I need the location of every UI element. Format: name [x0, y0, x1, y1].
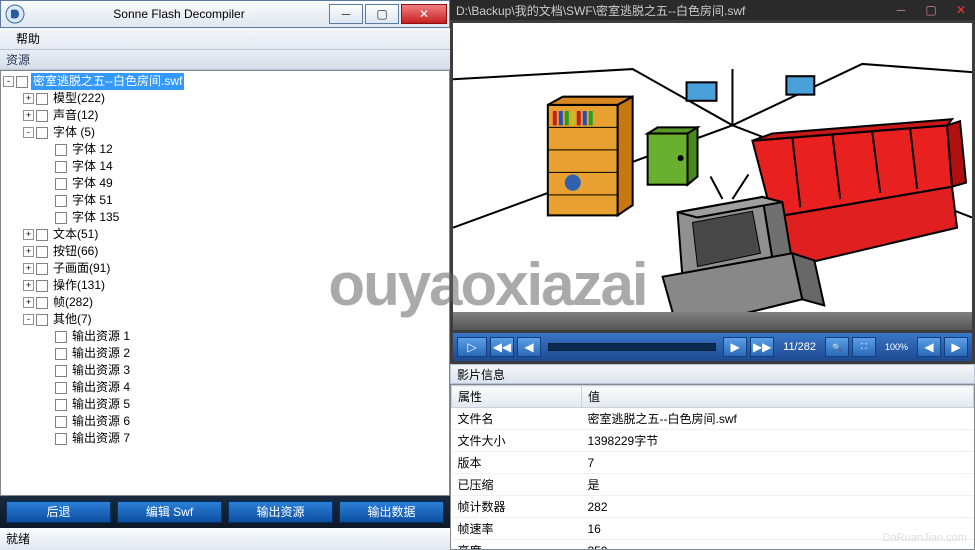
- player-controls: ▷ ◀◀ ◀ ▶ ▶▶ 11/282 🔍 ⛶ 100% ◀ ▶: [453, 333, 972, 361]
- expand-icon[interactable]: +: [23, 246, 34, 257]
- prev-button[interactable]: ◀: [917, 337, 941, 357]
- tree-model[interactable]: +模型(222): [3, 90, 447, 107]
- tree-other-item[interactable]: 输出资源 6: [3, 413, 447, 430]
- min-icon[interactable]: ─: [887, 2, 915, 18]
- rewind-button[interactable]: ◀◀: [490, 337, 514, 357]
- tree-font[interactable]: -字体 (5): [3, 124, 447, 141]
- tree-other-item[interactable]: 输出资源 7: [3, 430, 447, 447]
- tree-other-item[interactable]: 输出资源 4: [3, 379, 447, 396]
- zoom-button[interactable]: 🔍: [825, 337, 849, 357]
- edit-button[interactable]: 编辑 Swf: [117, 501, 222, 523]
- export-data-button[interactable]: 输出数据: [339, 501, 444, 523]
- action-buttons: 后退 编辑 Swf 输出资源 输出数据: [0, 496, 450, 528]
- export-res-button[interactable]: 输出资源: [228, 501, 333, 523]
- progress-bar[interactable]: [548, 343, 716, 351]
- properties-table[interactable]: 属性值 文件名密室逃脱之五--白色房间.swf文件大小1398229字节版本7已…: [450, 384, 975, 550]
- col-property[interactable]: 属性: [452, 386, 582, 408]
- expand-icon[interactable]: +: [23, 229, 34, 240]
- tree-sprite[interactable]: +子画面(91): [3, 260, 447, 277]
- window-title: Sonne Flash Decompiler: [29, 7, 329, 21]
- tree-action[interactable]: +操作(131): [3, 277, 447, 294]
- resources-header: 资源: [0, 50, 450, 70]
- tree-font-item[interactable]: 字体 14: [3, 158, 447, 175]
- expand-icon[interactable]: +: [23, 110, 34, 121]
- fast-fwd-button[interactable]: ▶▶: [750, 337, 774, 357]
- resource-tree[interactable]: - 密室逃脱之五--白色房间.swf +模型(222) +声音(12) -字体 …: [0, 70, 450, 496]
- expand-icon[interactable]: +: [23, 93, 34, 104]
- minimize-button[interactable]: ─: [329, 4, 363, 24]
- tree-root[interactable]: - 密室逃脱之五--白色房间.swf: [3, 73, 447, 90]
- info-header: 影片信息: [450, 364, 975, 384]
- tree-other[interactable]: -其他(7): [3, 311, 447, 328]
- tree-font-item[interactable]: 字体 135: [3, 209, 447, 226]
- tree-font-item[interactable]: 字体 49: [3, 175, 447, 192]
- menubar: 帮助: [0, 28, 450, 50]
- next-button[interactable]: ▶: [944, 337, 968, 357]
- statusbar: 就绪: [0, 528, 450, 550]
- table-row[interactable]: 版本7: [452, 452, 974, 474]
- tree-font-item[interactable]: 字体 51: [3, 192, 447, 209]
- step-fwd-button[interactable]: ▶: [723, 337, 747, 357]
- titlebar: Sonne Flash Decompiler ─ ▢ ✕: [0, 0, 450, 28]
- step-back-button[interactable]: ◀: [517, 337, 541, 357]
- zoom-level: 100%: [885, 342, 908, 352]
- table-row[interactable]: 帧速率16: [452, 518, 974, 540]
- expand-icon[interactable]: +: [23, 263, 34, 274]
- close-button[interactable]: ✕: [401, 4, 447, 24]
- tree-text[interactable]: +文本(51): [3, 226, 447, 243]
- flash-preview: [453, 23, 972, 330]
- maximize-button[interactable]: ▢: [365, 4, 399, 24]
- tree-other-item[interactable]: 输出资源 3: [3, 362, 447, 379]
- table-row[interactable]: 高度350: [452, 540, 974, 550]
- table-row[interactable]: 帧计数器282: [452, 496, 974, 518]
- menu-help[interactable]: 帮助: [8, 28, 48, 49]
- table-row[interactable]: 文件大小1398229字节: [452, 430, 974, 452]
- frame-counter: 11/282: [783, 341, 816, 353]
- app-icon: [1, 0, 29, 28]
- tree-font-item[interactable]: 字体 12: [3, 141, 447, 158]
- table-row[interactable]: 文件名密室逃脱之五--白色房间.swf: [452, 408, 974, 430]
- max-icon[interactable]: ▢: [917, 2, 945, 18]
- tree-other-item[interactable]: 输出资源 5: [3, 396, 447, 413]
- timeline-scrubber[interactable]: [453, 312, 972, 330]
- close-icon[interactable]: ✕: [947, 2, 975, 18]
- col-value[interactable]: 值: [582, 386, 974, 408]
- back-button[interactable]: 后退: [6, 501, 111, 523]
- fit-button[interactable]: ⛶: [852, 337, 876, 357]
- tree-frame[interactable]: +帧(282): [3, 294, 447, 311]
- expand-icon[interactable]: +: [23, 280, 34, 291]
- tree-button[interactable]: +按钮(66): [3, 243, 447, 260]
- checkbox[interactable]: [16, 76, 28, 88]
- collapse-icon[interactable]: -: [23, 314, 34, 325]
- expand-icon[interactable]: +: [23, 297, 34, 308]
- table-row[interactable]: 已压缩是: [452, 474, 974, 496]
- collapse-icon[interactable]: -: [3, 76, 14, 87]
- preview-titlebar: D:\Backup\我的文档\SWF\密室逃脱之五--白色房间.swf ─ ▢ …: [450, 0, 975, 20]
- tree-sound[interactable]: +声音(12): [3, 107, 447, 124]
- tree-other-item[interactable]: 输出资源 1: [3, 328, 447, 345]
- play-button[interactable]: ▷: [457, 337, 487, 357]
- tree-other-item[interactable]: 输出资源 2: [3, 345, 447, 362]
- file-path: D:\Backup\我的文档\SWF\密室逃脱之五--白色房间.swf: [456, 2, 885, 19]
- collapse-icon[interactable]: -: [23, 127, 34, 138]
